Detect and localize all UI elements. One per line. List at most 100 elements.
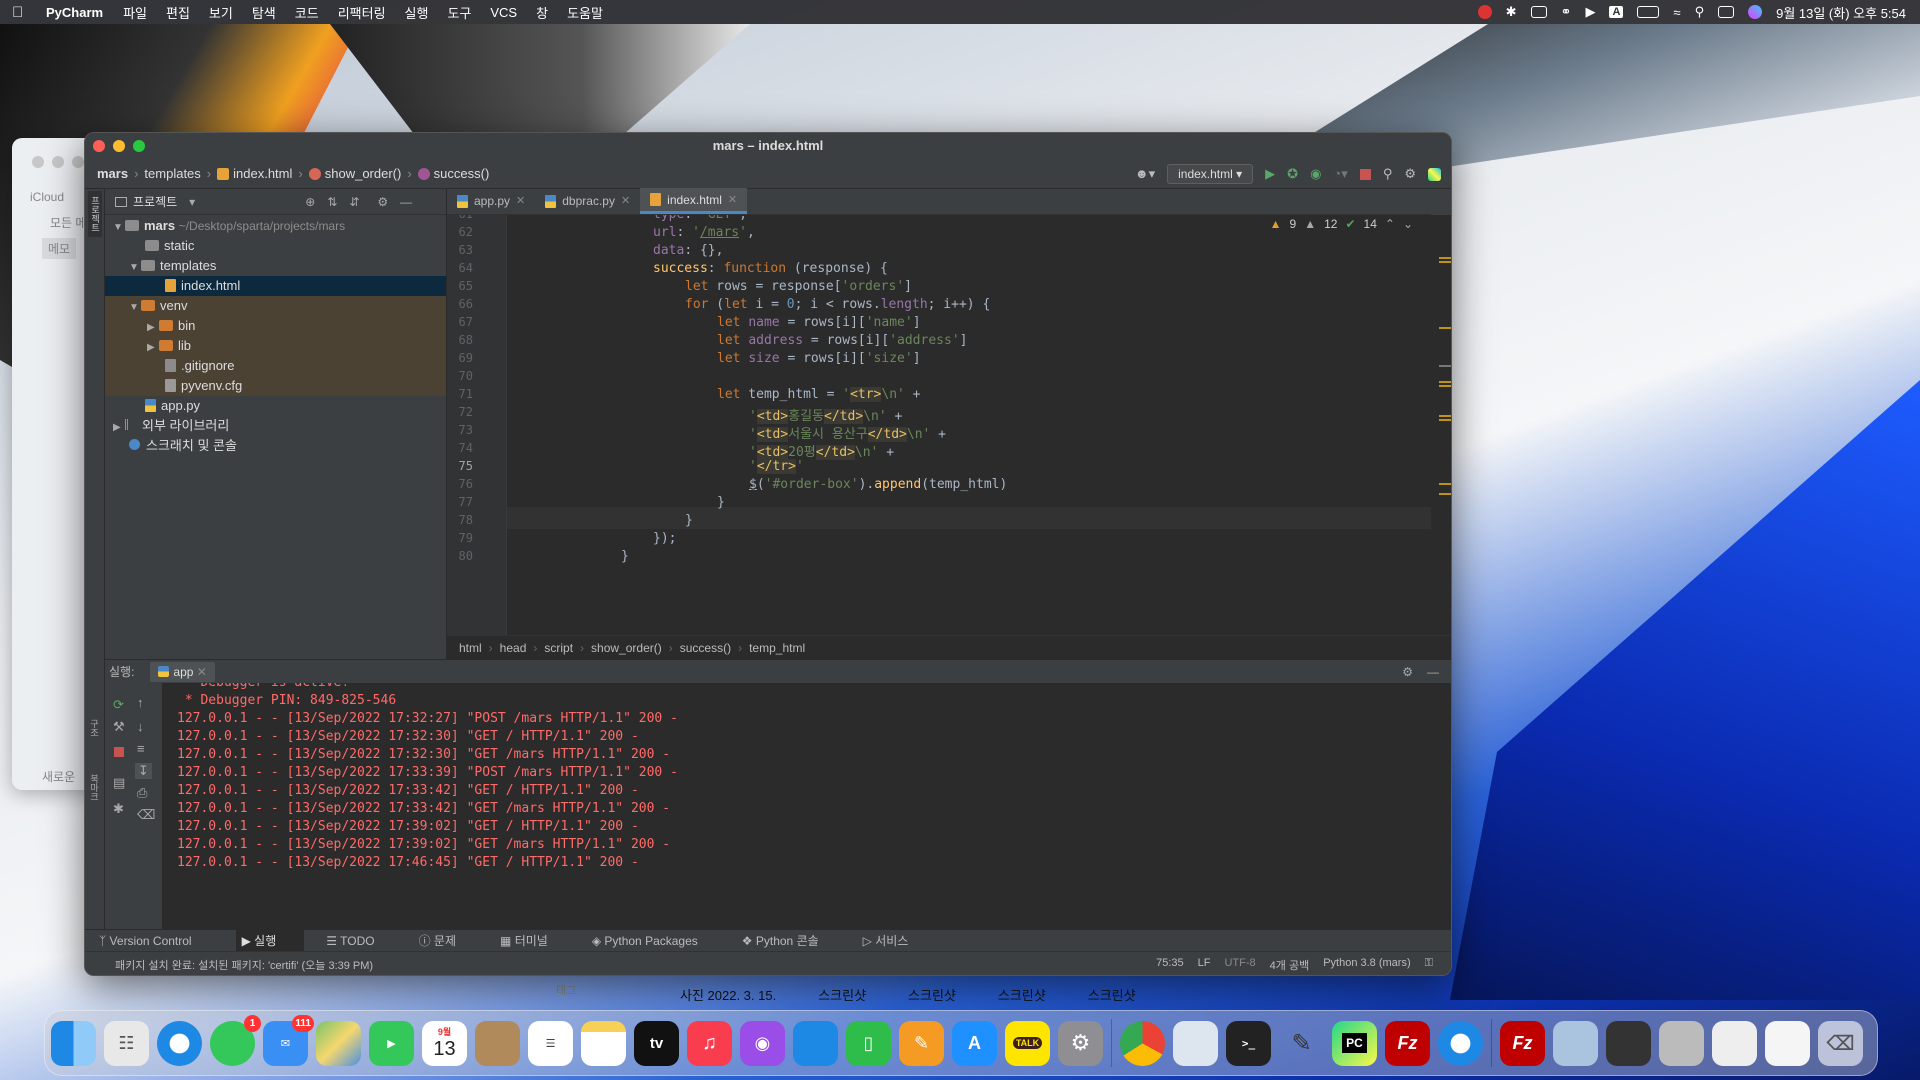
mail-icon[interactable]: ✉ 111 [263,1014,314,1066]
numbers-icon[interactable]: ▯ [846,1020,891,1066]
tree-item-templates[interactable]: ▼ templates [105,256,446,276]
tree-item-bin[interactable]: ▶ bin [105,316,446,336]
menu-app-name[interactable]: PyCharm [46,5,103,20]
status-interpreter[interactable]: Python 3.8 (mars) [1323,957,1410,973]
menu-item[interactable]: 보기 [209,3,233,22]
nav-crumb-project[interactable]: mars [97,166,128,181]
status-message[interactable]: 패키지 설치 완료: 설치된 패키지: 'certifi' (오늘 3:39 P… [115,957,373,973]
run-console-output[interactable]: * Debugger is active! * Debugger PIN: 84… [163,683,1433,929]
rerun-icon[interactable]: ⟳ [113,697,124,713]
menu-item[interactable]: 편집 [166,3,190,22]
inkscape-icon[interactable]: ✎ [1279,1021,1324,1066]
tree-item-scratches[interactable]: 스크래치 및 콘솔 [105,436,446,456]
play-icon[interactable]: ▶ [1585,4,1595,20]
scroll-to-end-icon[interactable]: ↧ [135,763,152,779]
tree-item-pyvenv[interactable]: pyvenv.cfg [105,376,446,396]
safari-icon[interactable] [157,1020,202,1066]
hide-icon[interactable]: — [1427,665,1439,679]
kakaotalk-icon[interactable]: TALK [1005,1020,1050,1066]
minimized-window-thumbnail[interactable] [1765,1020,1810,1066]
close-icon[interactable]: ✕ [728,187,737,213]
desktop-file-label[interactable]: 사진 2022. 3. 15. [680,985,776,1004]
minimized-window-thumbnail[interactable] [1606,1020,1651,1066]
notes-folder-memo[interactable]: 메모 [42,238,77,259]
notes-new-folder[interactable]: 새로운 [42,768,75,785]
status-indent[interactable]: 4개 공백 [1270,957,1310,973]
minimized-window-thumbnail[interactable] [1712,1020,1757,1066]
search-everywhere-icon[interactable]: ⚲ [1383,166,1393,182]
desktop-file-label[interactable]: 스크린샷 [818,985,866,1004]
safari-technology-icon[interactable] [1438,1020,1483,1066]
finder-icon[interactable] [51,1020,96,1066]
menu-item[interactable]: 도움말 [567,3,603,22]
pages-icon[interactable]: ✎ [899,1020,944,1066]
terminal-icon[interactable]: >_ [1226,1020,1271,1066]
notification-icon[interactable] [1477,5,1492,19]
code-editor[interactable]: ▲9 ▲12 ✔14 ⌃ ⌄ type: "GET", url: '/mars'… [447,215,1431,635]
run-icon[interactable]: ▶ [1265,166,1275,182]
status-line-separator[interactable]: LF [1198,957,1211,973]
maps-icon[interactable] [316,1020,361,1066]
filezilla-icon[interactable]: Fz [1385,1020,1430,1066]
toolwindow-version-control[interactable]: ᛉ Version Control [99,934,214,948]
menu-item[interactable]: 실행 [405,3,429,22]
close-icon[interactable]: ✕ [516,188,525,214]
chevron-down-icon[interactable]: ▼ [129,258,141,278]
bookmarks-tool-button[interactable]: 북마크 [89,774,101,820]
tab-dbprac-py[interactable]: dbprac.py ✕ [535,188,640,214]
toolwindow-problems[interactable]: ⓘ 문제 [419,932,478,949]
tree-item-index-html[interactable]: index.html [105,276,446,296]
menu-item[interactable]: 탐색 [252,3,276,22]
menu-item[interactable]: 코드 [295,3,319,22]
reminders-icon[interactable]: ☰ [528,1020,573,1066]
trash-icon[interactable]: ⌫ [137,807,155,823]
menu-item[interactable]: VCS [490,5,517,20]
run-configuration-select[interactable]: index.html ▾ [1167,164,1254,184]
tree-item-static[interactable]: static [105,236,446,256]
tab-index-html[interactable]: index.html ✕ [640,187,748,214]
nav-crumb-file[interactable]: index.html [233,166,292,181]
filezilla-icon[interactable]: Fz [1500,1020,1545,1066]
close-icon[interactable]: ✕ [621,188,630,214]
desktop-file-label[interactable]: 스크린샷 [908,985,956,1004]
breadcrumb-item[interactable]: temp_html [749,641,805,655]
run-tab-app[interactable]: app ✕ [150,661,215,682]
chevron-up-icon[interactable]: ⌃ [1385,217,1395,231]
wrench-icon[interactable]: ⚒ [113,719,125,735]
tab-app-py[interactable]: app.py ✕ [447,188,535,214]
podcasts-icon[interactable]: ◉ [740,1020,785,1066]
tree-item-external-libraries[interactable]: ▶ 외부 라이브러리 [105,416,446,436]
settings-gear-icon[interactable]: ⚙ [1402,665,1413,679]
calendar-icon[interactable]: 9월 13 [422,1020,467,1066]
toolwindow-services[interactable]: ▷ 서비스 [863,932,931,949]
settings-gear-icon[interactable]: ⚙ [1404,166,1416,182]
apple-icon[interactable]:  [12,4,30,21]
editor-scrollbar[interactable] [1431,215,1451,635]
pycharm-icon[interactable]: PC [1332,1020,1377,1066]
display-icon[interactable] [1530,6,1547,18]
toolwindow-todo[interactable]: ☰ TODO [326,934,396,948]
bluetooth-icon[interactable]: ✱ [1506,4,1517,20]
chevron-right-icon[interactable]: ▶ [147,318,159,338]
notes-icon[interactable] [581,1020,626,1066]
breadcrumb-item[interactable]: head [500,641,527,655]
chevron-down-icon[interactable]: ▼ [129,298,141,318]
profile-icon[interactable]: ◔▾ [1333,166,1347,182]
stop-icon[interactable] [114,747,124,757]
tree-item-root[interactable]: ▼ mars ~/Desktop/sparta/projects/mars [105,216,446,236]
status-caret-position[interactable]: 75:35 [1156,957,1184,973]
menu-item[interactable]: 리팩터링 [338,3,386,22]
soft-wrap-icon[interactable]: ≡ [137,741,145,756]
breadcrumb-item[interactable]: script [544,641,573,655]
apple-tv-icon[interactable]: tv [634,1020,679,1066]
notes-folder-all[interactable]: 모든 메 [50,214,86,231]
search-icon[interactable]: ⚲ [1695,4,1705,20]
battery-icon[interactable] [1637,6,1660,18]
toolwindow-python-packages[interactable]: ◈ Python Packages [592,934,720,948]
toolwindow-terminal[interactable]: ▦ 터미널 [500,932,570,949]
collapse-all-icon[interactable]: ⇵ [349,195,359,209]
music-icon[interactable]: ♫ [687,1020,732,1066]
close-window-button[interactable] [93,140,105,152]
chevron-down-icon[interactable]: ⌄ [1403,217,1413,231]
settings-gear-icon[interactable]: ⚙ [377,195,388,209]
